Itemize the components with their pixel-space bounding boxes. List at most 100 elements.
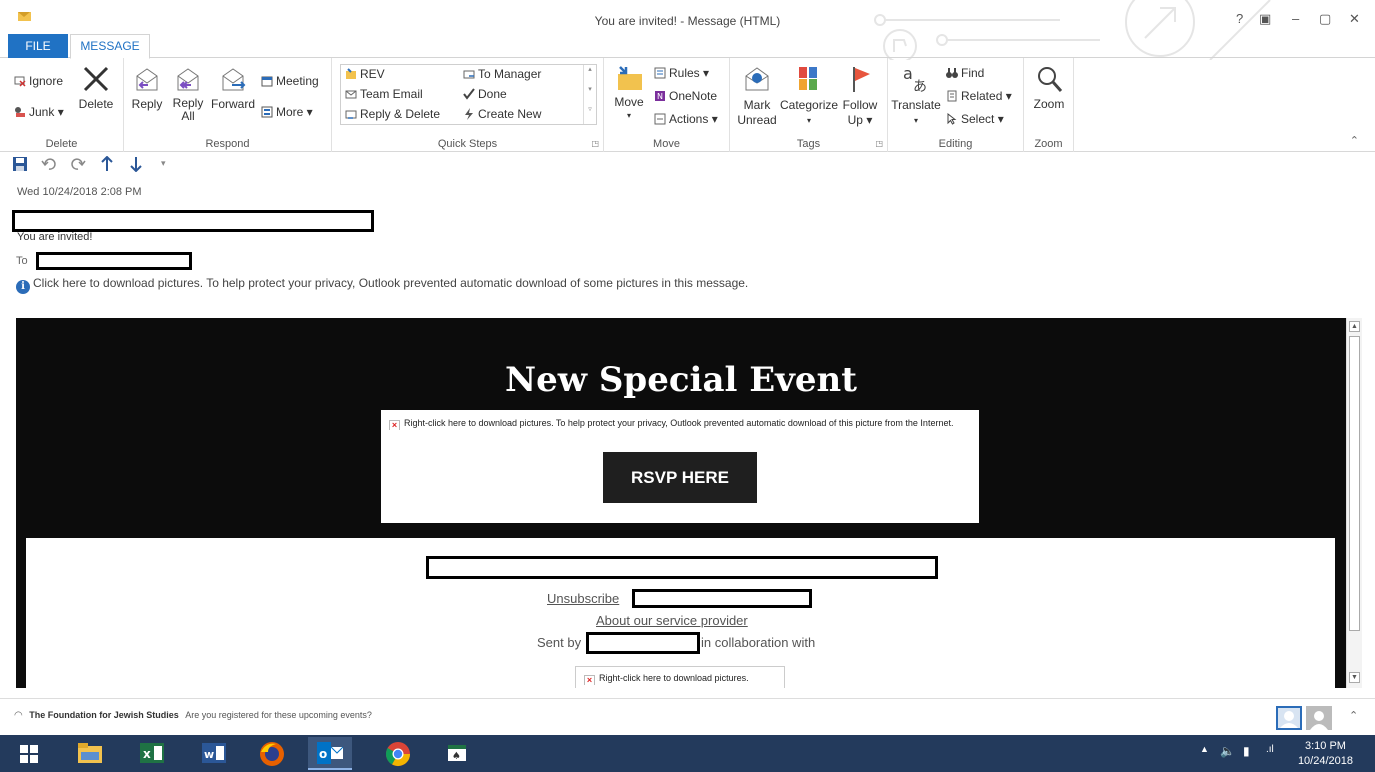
undo-icon[interactable] xyxy=(41,156,57,172)
rsvp-button[interactable]: RSVP HERE xyxy=(603,452,757,503)
more-respond-button[interactable]: More ▾ xyxy=(261,105,313,119)
about-service-provider-link[interactable]: About our service provider xyxy=(596,613,748,628)
quick-step-team-email[interactable]: Team Email xyxy=(345,87,423,101)
tab-message[interactable]: MESSAGE xyxy=(70,34,150,59)
battery-icon[interactable]: ▮ xyxy=(1243,744,1250,758)
onenote-button[interactable]: N OneNote xyxy=(654,89,717,103)
outlook-taskbar-button[interactable]: o xyxy=(308,737,352,770)
info-icon: i xyxy=(16,280,30,294)
people-pane-sender[interactable]: The Foundation for Jewish Studies xyxy=(29,710,179,720)
excel-icon: x xyxy=(140,743,164,763)
help-button[interactable]: ? xyxy=(1236,11,1243,26)
word-taskbar-button[interactable]: w xyxy=(192,737,236,770)
network-signal-icon[interactable]: .ıl xyxy=(1266,744,1274,755)
restore-button[interactable]: ▢ xyxy=(1319,11,1331,27)
volume-icon[interactable]: 🔈 xyxy=(1220,744,1235,758)
show-hidden-icons-button[interactable]: ▲ xyxy=(1200,744,1209,754)
sent-by-label: Sent by xyxy=(537,635,582,650)
flag-icon xyxy=(853,67,870,92)
mark-unread-icon xyxy=(745,67,769,91)
actions-button[interactable]: Actions ▾ xyxy=(654,112,718,126)
find-button[interactable]: Find xyxy=(946,66,984,80)
translate-button[interactable]: aあ Translate ▾ xyxy=(890,64,942,128)
scroll-up-arrow-icon[interactable]: ▲ xyxy=(1349,321,1360,332)
delete-button[interactable]: Delete xyxy=(76,64,116,111)
group-label-editing: Editing xyxy=(938,138,973,150)
reply-delete-icon xyxy=(345,110,357,119)
meeting-button[interactable]: Meeting xyxy=(261,74,319,88)
chrome-taskbar-button[interactable] xyxy=(376,737,420,770)
taskbar-clock[interactable]: 3:10 PM 10/24/2018 xyxy=(1298,739,1353,769)
redo-icon[interactable] xyxy=(70,156,86,172)
contact-avatar-icon[interactable] xyxy=(1306,706,1332,730)
tags-group: Mark Unread Categorize ▾ Follow Up ▾ Tag… xyxy=(730,58,888,152)
save-icon[interactable] xyxy=(12,156,28,172)
categorize-grid-icon xyxy=(799,67,817,90)
binoculars-icon xyxy=(946,68,958,78)
quick-steps-scroll[interactable]: ▴ ▾ ▿ xyxy=(583,65,596,124)
related-button[interactable]: Related ▾ xyxy=(946,89,1012,103)
to-label: To xyxy=(16,255,28,267)
previous-item-up-arrow-icon[interactable] xyxy=(100,156,114,172)
quick-steps-dialog-launcher[interactable]: ◳ xyxy=(591,139,599,148)
envelope-icon xyxy=(345,90,357,99)
blocked-image-placeholder[interactable]: × Right-click here to download pictures. … xyxy=(389,418,969,430)
outlook-icon: o xyxy=(317,742,344,764)
ribbon-display-options-button[interactable]: ▣ xyxy=(1259,11,1271,27)
ignore-button[interactable]: Ignore xyxy=(14,74,63,88)
quick-step-reply-delete[interactable]: Reply & Delete xyxy=(345,107,440,121)
scroll-thumb[interactable] xyxy=(1349,336,1360,631)
quick-step-rev[interactable]: REV xyxy=(345,67,385,81)
meeting-calendar-icon xyxy=(261,76,273,87)
tags-dialog-launcher[interactable]: ◳ xyxy=(875,139,883,148)
quick-step-create-new[interactable]: Create New xyxy=(463,107,541,121)
ribbon: Ignore Junk ▾ Delete Delete Reply Reply … xyxy=(0,58,1375,152)
firefox-taskbar-button[interactable] xyxy=(250,737,294,770)
zoom-group: Zoom Zoom xyxy=(1024,58,1074,152)
close-button[interactable]: ✕ xyxy=(1349,11,1360,27)
small-blocked-image[interactable]: × Right-click here to download pictures. xyxy=(575,666,785,688)
expand-people-pane-button[interactable]: ⌃ xyxy=(1349,709,1358,722)
minimize-button[interactable]: – xyxy=(1292,11,1299,26)
svg-text:a: a xyxy=(903,64,913,83)
collapse-ribbon-button[interactable]: ⌃ xyxy=(1350,134,1359,147)
reply-button[interactable]: Reply xyxy=(130,66,164,111)
message-date: Wed 10/24/2018 2:08 PM xyxy=(17,186,142,198)
windows-start-icon[interactable] xyxy=(20,745,38,763)
download-pictures-infobar[interactable]: i Click here to download pictures. To hel… xyxy=(16,276,748,294)
quick-step-to-manager[interactable]: To Manager xyxy=(463,67,541,81)
categorize-button[interactable]: Categorize ▾ xyxy=(780,64,838,128)
move-button[interactable]: Move ▾ xyxy=(612,64,646,123)
reply-all-button[interactable]: Reply All xyxy=(170,66,206,123)
unsubscribe-link[interactable]: Unsubscribe xyxy=(547,591,619,606)
customize-toolbar-button[interactable]: ▾ xyxy=(161,158,166,169)
next-item-down-arrow-icon[interactable] xyxy=(129,156,143,172)
contact-avatar-selected-icon[interactable] xyxy=(1276,706,1302,730)
collaboration-label: in collaboration with xyxy=(701,635,816,650)
email-body: New Special Event × Right-click here to d… xyxy=(16,318,1346,688)
select-button[interactable]: Select ▾ xyxy=(946,112,1004,126)
svg-text:o: o xyxy=(319,747,327,761)
lightning-icon xyxy=(465,108,473,120)
svg-text:w: w xyxy=(204,748,214,761)
excel-taskbar-button[interactable]: x xyxy=(130,737,174,770)
respond-group: Reply Reply All Forward Meeting More ▾ R… xyxy=(124,58,332,152)
junk-button[interactable]: Junk ▾ xyxy=(14,105,64,119)
message-scrollbar[interactable]: ▲ ▼ xyxy=(1346,318,1362,688)
move-group: Move ▾ Rules ▾ N OneNote Actions ▾ Move xyxy=(604,58,730,152)
tab-file[interactable]: FILE xyxy=(8,34,68,58)
zoom-button[interactable]: Zoom xyxy=(1028,64,1070,111)
quick-step-done[interactable]: Done xyxy=(463,87,507,101)
scroll-down-arrow-icon[interactable]: ▼ xyxy=(1349,672,1360,683)
broken-image-icon: × xyxy=(584,675,595,685)
redacted-organization xyxy=(426,556,938,579)
file-explorer-taskbar-button[interactable] xyxy=(68,737,112,770)
rules-button[interactable]: Rules ▾ xyxy=(654,66,709,80)
forward-button[interactable]: Forward xyxy=(210,66,256,111)
follow-up-button[interactable]: Follow Up ▾ xyxy=(840,64,880,128)
email-title: New Special Event xyxy=(505,360,857,400)
folder-icon xyxy=(78,743,102,763)
junk-icon xyxy=(15,107,25,117)
mark-unread-button[interactable]: Mark Unread xyxy=(736,64,778,128)
solitaire-taskbar-button[interactable]: ♠ xyxy=(436,737,480,770)
